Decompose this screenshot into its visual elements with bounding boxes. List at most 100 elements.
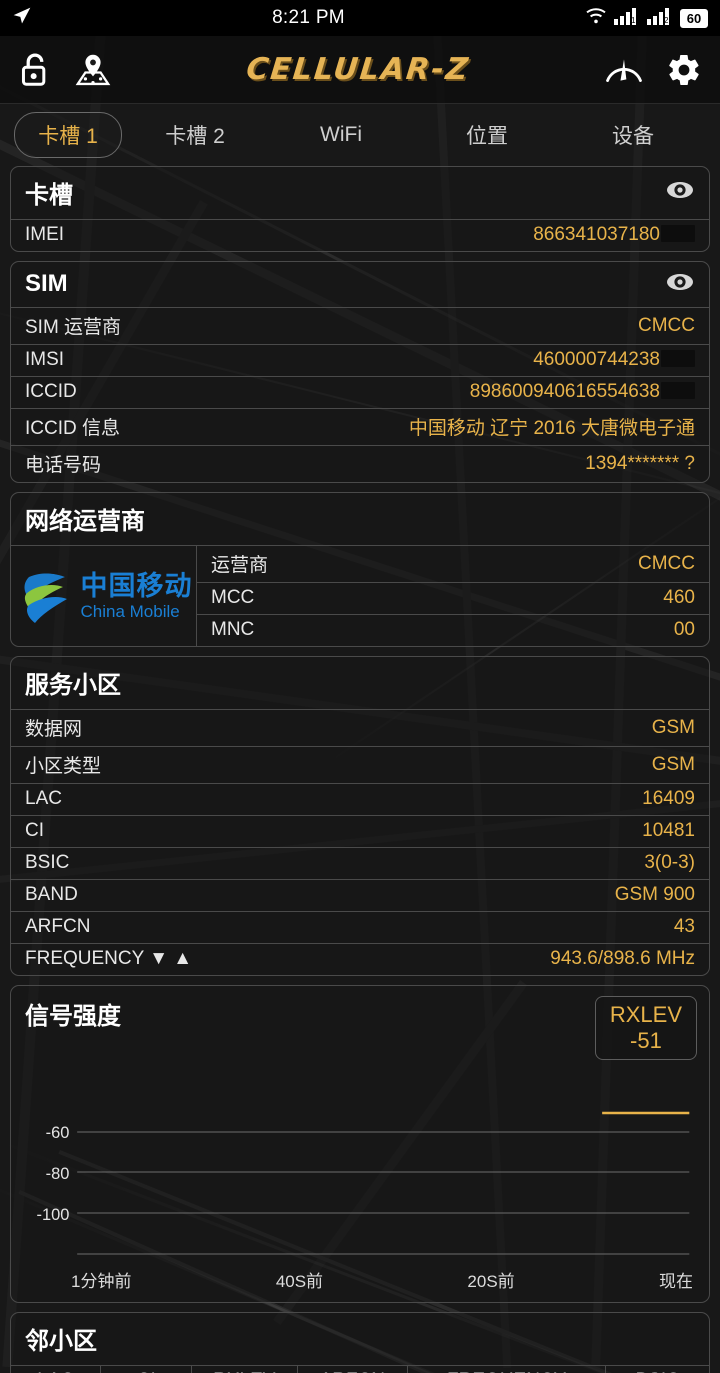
- row-label: MNC: [211, 619, 255, 640]
- rxlev-badge: RXLEV -51: [594, 996, 697, 1060]
- row-label: 电话号码: [25, 455, 102, 476]
- row-iccid: ICCID 898600940616554638: [11, 376, 709, 408]
- serving-cell-rows: 数据网 GSM 小区类型 GSM LAC 16409 CI 10481 BSIC: [11, 709, 709, 975]
- app-title: CELLULAR-Z: [244, 52, 472, 87]
- signal-chart-title: 信号强度: [25, 1003, 121, 1030]
- row-operator: 运营商 CMCC: [197, 546, 709, 582]
- row-value: GSM: [651, 753, 695, 775]
- speedometer-icon[interactable]: [604, 53, 644, 87]
- row-label: BAND: [25, 884, 78, 905]
- row-mcc: MCC 460: [197, 582, 709, 614]
- row-label: ICCID: [25, 381, 77, 402]
- row-label: CI: [25, 820, 44, 841]
- app-header: CELLULAR-Z: [0, 36, 720, 104]
- row-sim-operator: SIM 运营商 CMCC: [11, 307, 709, 344]
- operator-logo-en: China Mobile: [80, 601, 180, 621]
- serving-cell-title: 服务小区: [25, 672, 121, 699]
- slot-card-rows: IMEI 866341037180: [11, 219, 709, 251]
- col-rxlev: RXLEV: [191, 1364, 298, 1373]
- row-value: CMCC: [638, 552, 695, 574]
- xtick-now: 现在: [659, 1271, 693, 1291]
- tab-wifi[interactable]: WiFi: [268, 116, 414, 154]
- neighbor-cells-header: 邻小区: [11, 1313, 709, 1365]
- serving-cell-header: 服务小区: [11, 657, 709, 709]
- sim-card-title: SIM: [25, 270, 68, 297]
- signal-strength-card: 信号强度 RXLEV -51 -60 -80 -100 1分钟前 40S前 20…: [10, 985, 710, 1303]
- row-cell-type: 小区类型 GSM: [11, 746, 709, 783]
- row-value: 898600940616554638: [470, 381, 695, 403]
- status-bar: 8:21 PM 1 2 60: [0, 0, 720, 36]
- row-bsic: BSIC 3(0-3): [11, 847, 709, 879]
- wifi-icon: [585, 7, 607, 30]
- row-label: ICCID 信息: [25, 418, 121, 439]
- row-label: IMSI: [25, 349, 65, 370]
- slot-card-title: 卡槽: [25, 182, 73, 209]
- table-header-row: LAC CI RXLEV ARFCN FREQUENCY BSIC: [11, 1364, 709, 1373]
- row-value: 43: [673, 916, 695, 937]
- row-value: 3(0-3): [644, 852, 695, 873]
- content-area: 卡槽 IMEI 866341037180 SIM SIM 运营商 CMCC IM…: [0, 166, 720, 1373]
- operator-card-header: 网络运营商: [11, 493, 709, 545]
- slot-card: 卡槽 IMEI 866341037180: [10, 166, 710, 252]
- eye-icon[interactable]: [665, 272, 695, 297]
- rxlev-value: -51: [630, 1027, 662, 1053]
- row-data-network: 数据网 GSM: [11, 709, 709, 746]
- redaction-block: [661, 382, 695, 399]
- row-iccid-info: ICCID 信息 中国移动 辽宁 2016 大唐微电子通: [11, 408, 709, 445]
- svg-text:2: 2: [664, 16, 669, 25]
- row-lac: LAC 16409: [11, 783, 709, 815]
- row-label: 运营商: [211, 555, 269, 576]
- row-arfcn: ARFCN 43: [11, 911, 709, 943]
- operator-card: 网络运营商 中国移动 China Mobile 运营商 CMCC MCC 460…: [10, 492, 710, 647]
- tab-slot-2[interactable]: 卡槽 2: [122, 113, 268, 157]
- sim-card: SIM SIM 运营商 CMCC IMSI 460000744238 ICCID…: [10, 261, 710, 483]
- signal-chart-xaxis: 1分钟前 40S前 20S前 现在: [11, 1265, 709, 1302]
- status-bar-clock: 8:21 PM: [272, 7, 345, 28]
- row-label: 数据网: [25, 719, 83, 740]
- tab-slot-1[interactable]: 卡槽 1: [14, 112, 122, 158]
- app-root: 8:21 PM 1 2 60 CELLULAR-Z 卡槽 1 卡槽 2 WiFi…: [0, 0, 720, 1373]
- row-value: 00: [673, 619, 695, 640]
- china-mobile-logo: 中国移动 China Mobile: [11, 546, 196, 646]
- neighbor-cells-table: LAC CI RXLEV ARFCN FREQUENCY BSIC 16409 …: [11, 1364, 709, 1373]
- eye-icon[interactable]: [665, 180, 695, 205]
- row-imei: IMEI 866341037180: [11, 219, 709, 251]
- sim-card-header: SIM: [11, 262, 709, 307]
- map-pin-icon[interactable]: [74, 51, 112, 89]
- col-bsic: BSIC: [605, 1364, 709, 1373]
- svg-text:-100: -100: [36, 1205, 69, 1224]
- col-ci: CI: [100, 1364, 193, 1373]
- slot-card-header: 卡槽: [11, 167, 709, 219]
- operator-card-title: 网络运营商: [25, 508, 145, 535]
- row-frequency[interactable]: FREQUENCY ▼ ▲ 943.6/898.6 MHz: [11, 943, 709, 975]
- row-label: LAC: [25, 788, 62, 809]
- sim-card-rows: SIM 运营商 CMCC IMSI 460000744238 ICCID 898…: [11, 307, 709, 482]
- china-mobile-logo-mark: [24, 573, 67, 623]
- row-label: 小区类型: [25, 756, 102, 777]
- signal-bars-1-icon: 1: [614, 7, 640, 30]
- tab-device[interactable]: 设备: [560, 113, 706, 157]
- redaction-block: [661, 225, 695, 242]
- gear-icon[interactable]: [666, 52, 702, 88]
- tab-location[interactable]: 位置: [414, 113, 560, 157]
- col-arfcn: ARFCN: [296, 1364, 409, 1373]
- svg-text:-60: -60: [46, 1123, 70, 1142]
- row-label: ARFCN: [25, 916, 91, 937]
- tab-bar: 卡槽 1 卡槽 2 WiFi 位置 设备: [0, 104, 720, 166]
- row-value: 866341037180: [533, 224, 695, 246]
- col-frequency: FREQUENCY: [407, 1364, 607, 1373]
- row-value: 1394******* ?: [585, 452, 695, 474]
- row-value: CMCC: [638, 314, 695, 336]
- neighbor-cells-title: 邻小区: [25, 1327, 97, 1355]
- row-label: SIM 运营商: [25, 317, 122, 338]
- row-label: MCC: [211, 587, 255, 608]
- signal-chart-plot: -60 -80 -100: [21, 1060, 699, 1265]
- row-value: 460: [663, 587, 695, 608]
- row-value: GSM 900: [614, 884, 695, 905]
- serving-cell-card: 服务小区 数据网 GSM 小区类型 GSM LAC 16409 CI 10481: [10, 656, 710, 976]
- row-value: 16409: [642, 788, 695, 809]
- row-imsi: IMSI 460000744238: [11, 344, 709, 376]
- svg-text:1: 1: [631, 16, 636, 25]
- unlock-icon[interactable]: [18, 51, 52, 89]
- battery-indicator: 60: [680, 8, 708, 28]
